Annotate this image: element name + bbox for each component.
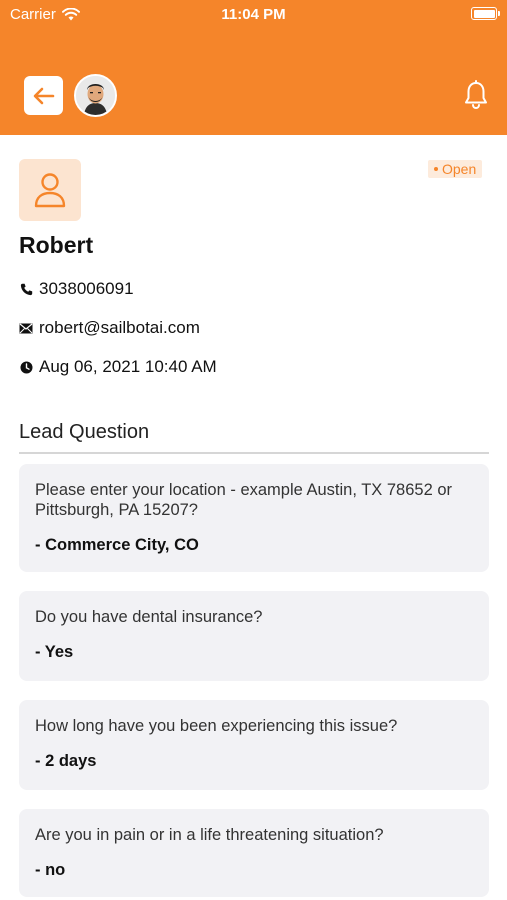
lead-datetime: Aug 06, 2021 10:40 AM	[39, 357, 217, 376]
user-avatar[interactable]	[74, 74, 117, 117]
avatar-icon	[76, 76, 115, 115]
phone-icon	[19, 282, 33, 296]
datetime-row: Aug 06, 2021 10:40 AM	[19, 357, 217, 377]
question-text: Are you in pain or in a life threatening…	[35, 826, 384, 844]
question-card: Are you in pain or in a life threatening…	[19, 809, 489, 897]
email-icon	[19, 321, 33, 335]
person-icon	[34, 173, 66, 208]
clock: 11:04 PM	[221, 6, 286, 23]
app-header: Carrier 11:04 PM	[0, 0, 507, 135]
question-card: How long have you been experiencing this…	[19, 700, 489, 790]
question-text: Do you have dental insurance?	[35, 608, 263, 626]
status-bar: Carrier 11:04 PM	[0, 0, 507, 30]
section-title: Lead Question	[19, 421, 150, 443]
question-text: How long have you been experiencing this…	[35, 717, 398, 735]
email-address: robert@sailbotai.com	[39, 318, 200, 337]
status-badge: Open	[428, 160, 483, 178]
question-card: Please enter your location - example Aus…	[19, 464, 489, 572]
answer-text: - Yes	[35, 643, 74, 661]
status-dot-icon	[434, 167, 438, 171]
lead-name: Robert	[19, 232, 94, 258]
bell-icon	[465, 80, 487, 109]
answer-text: - 2 days	[35, 752, 97, 770]
back-button[interactable]	[24, 76, 63, 115]
clock-icon	[19, 360, 33, 374]
status-label: Open	[442, 161, 477, 177]
notifications-button[interactable]	[460, 78, 492, 112]
battery-icon	[471, 7, 500, 20]
phone-row[interactable]: 3038006091	[19, 279, 134, 299]
answer-text: - Commerce City, CO	[35, 536, 199, 554]
arrow-left-icon	[33, 87, 54, 104]
answer-text: - no	[35, 861, 66, 879]
question-text: Please enter your location - example Aus…	[35, 481, 453, 519]
phone-number: 3038006091	[39, 279, 134, 298]
email-row[interactable]: robert@sailbotai.com	[19, 318, 200, 338]
section-divider	[19, 452, 489, 454]
question-card: Do you have dental insurance? - Yes	[19, 591, 489, 681]
lead-profile-icon	[19, 159, 81, 221]
